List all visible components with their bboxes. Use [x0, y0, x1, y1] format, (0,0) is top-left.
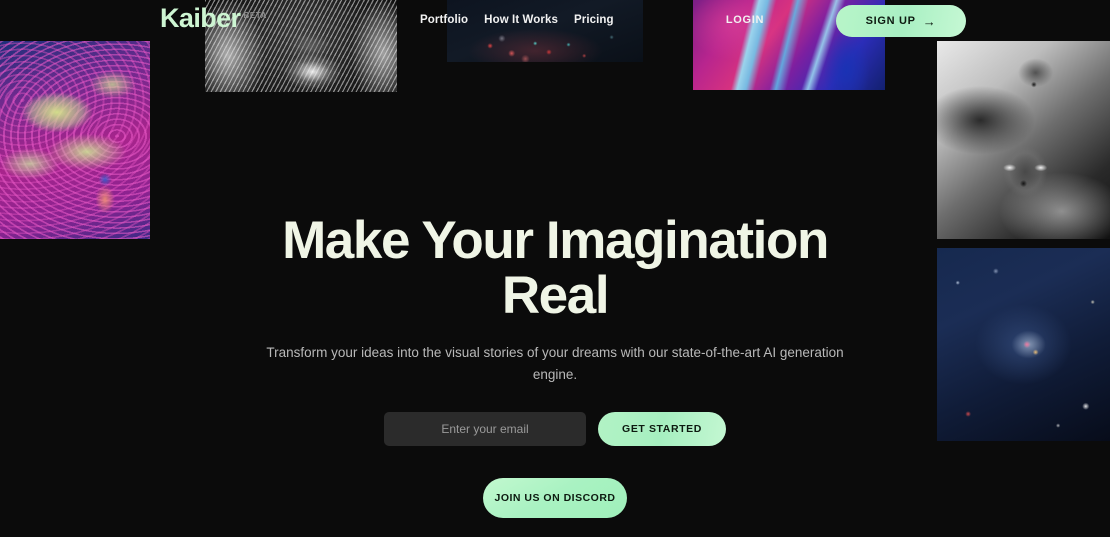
- get-started-button[interactable]: GET STARTED: [598, 412, 726, 447]
- email-input[interactable]: [384, 412, 586, 447]
- landing-page: Kaiber BETA Portfolio How It Works Prici…: [0, 0, 1110, 537]
- brand-name: Kaiber: [160, 3, 241, 33]
- gallery-image-clouds: [0, 41, 150, 239]
- hero-subtitle: Transform your ideas into the visual sto…: [266, 345, 844, 383]
- signup-form: GET STARTED: [384, 412, 726, 447]
- sign-up-button[interactable]: SIGN UP →: [836, 5, 966, 37]
- brand-logo[interactable]: Kaiber BETA: [160, 5, 267, 32]
- nav-link-portfolio[interactable]: Portfolio: [420, 14, 468, 26]
- nav-link-how-it-works[interactable]: How It Works: [484, 14, 558, 26]
- login-link[interactable]: LOGIN: [726, 14, 764, 26]
- site-header: Kaiber BETA Portfolio How It Works Prici…: [0, 0, 1110, 42]
- main-nav: Portfolio How It Works Pricing: [420, 14, 614, 26]
- beta-badge: BETA: [243, 11, 268, 20]
- gallery-image-foxes: [937, 41, 1110, 239]
- gallery-image-cosmic: [937, 248, 1110, 441]
- join-discord-button[interactable]: JOIN US ON DISCORD: [483, 478, 627, 519]
- sign-up-label: SIGN UP: [865, 15, 916, 27]
- page-title: Make Your Imagination Real: [282, 211, 829, 325]
- nav-link-pricing[interactable]: Pricing: [574, 14, 614, 26]
- arrow-right-icon: →: [922, 13, 937, 29]
- gallery-image-face-blue: [0, 245, 150, 441]
